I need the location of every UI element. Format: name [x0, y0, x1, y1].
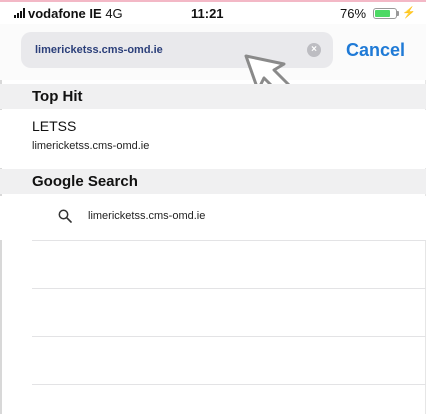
- row-divider: [32, 240, 426, 241]
- battery-tip: [397, 11, 399, 16]
- google-suggestion-text: limericketss.cms-omd.ie: [88, 210, 206, 222]
- network-type: 4G: [105, 6, 123, 21]
- signal-strength-icon: [14, 8, 26, 18]
- clock: 11:21: [191, 6, 224, 21]
- row-divider: [32, 288, 426, 289]
- status-bar: vodafone IE 4G 11:21 76% ⚡: [0, 0, 426, 24]
- cancel-button[interactable]: Cancel: [346, 40, 405, 61]
- top-hit-result[interactable]: LETSS limericketss.cms-omd.ie: [0, 110, 426, 168]
- charging-icon: ⚡: [402, 7, 416, 19]
- battery-percent: 76%: [340, 6, 367, 21]
- row-divider: [32, 384, 426, 385]
- carrier-label: vodafone IE 4G: [28, 6, 123, 21]
- battery-icon: [373, 8, 397, 19]
- section-header-top-hit: Top Hit: [0, 84, 426, 109]
- top-hit-url: limericketss.cms-omd.ie: [32, 140, 150, 152]
- section-header-google-search: Google Search: [0, 169, 426, 194]
- search-icon: [58, 209, 72, 223]
- google-search-header-label: Google Search: [32, 173, 138, 190]
- google-suggestion-row[interactable]: limericketss.cms-omd.ie: [0, 196, 426, 240]
- url-input-text[interactable]: limericketss.cms-omd.ie: [35, 44, 163, 56]
- search-header: limericketss.cms-omd.ie × Cancel: [0, 24, 426, 80]
- top-hit-title: LETSS: [32, 118, 77, 134]
- row-divider: [32, 336, 426, 337]
- top-hit-header-label: Top Hit: [32, 88, 83, 105]
